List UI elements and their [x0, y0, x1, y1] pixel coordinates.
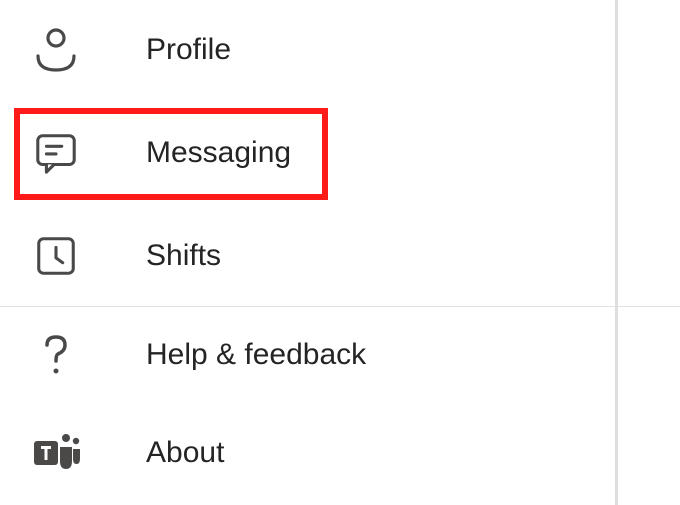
- menu-label-profile: Profile: [146, 33, 231, 67]
- menu-item-messaging[interactable]: Messaging: [0, 100, 680, 206]
- teams-icon: [30, 427, 82, 479]
- menu-item-about[interactable]: About: [0, 403, 680, 503]
- help-icon: [30, 329, 82, 381]
- settings-menu: Profile Messaging Shifts: [0, 0, 680, 505]
- menu-item-shifts[interactable]: Shifts: [0, 206, 680, 306]
- menu-item-profile[interactable]: Profile: [0, 0, 680, 100]
- menu-label-messaging: Messaging: [146, 136, 291, 170]
- menu-item-help[interactable]: Help & feedback: [0, 307, 680, 403]
- right-divider: [615, 0, 618, 505]
- menu-label-about: About: [146, 436, 224, 470]
- messaging-icon: [30, 127, 82, 179]
- shifts-icon: [30, 230, 82, 282]
- profile-icon: [30, 24, 82, 76]
- menu-label-shifts: Shifts: [146, 239, 221, 273]
- menu-label-help: Help & feedback: [146, 338, 366, 372]
